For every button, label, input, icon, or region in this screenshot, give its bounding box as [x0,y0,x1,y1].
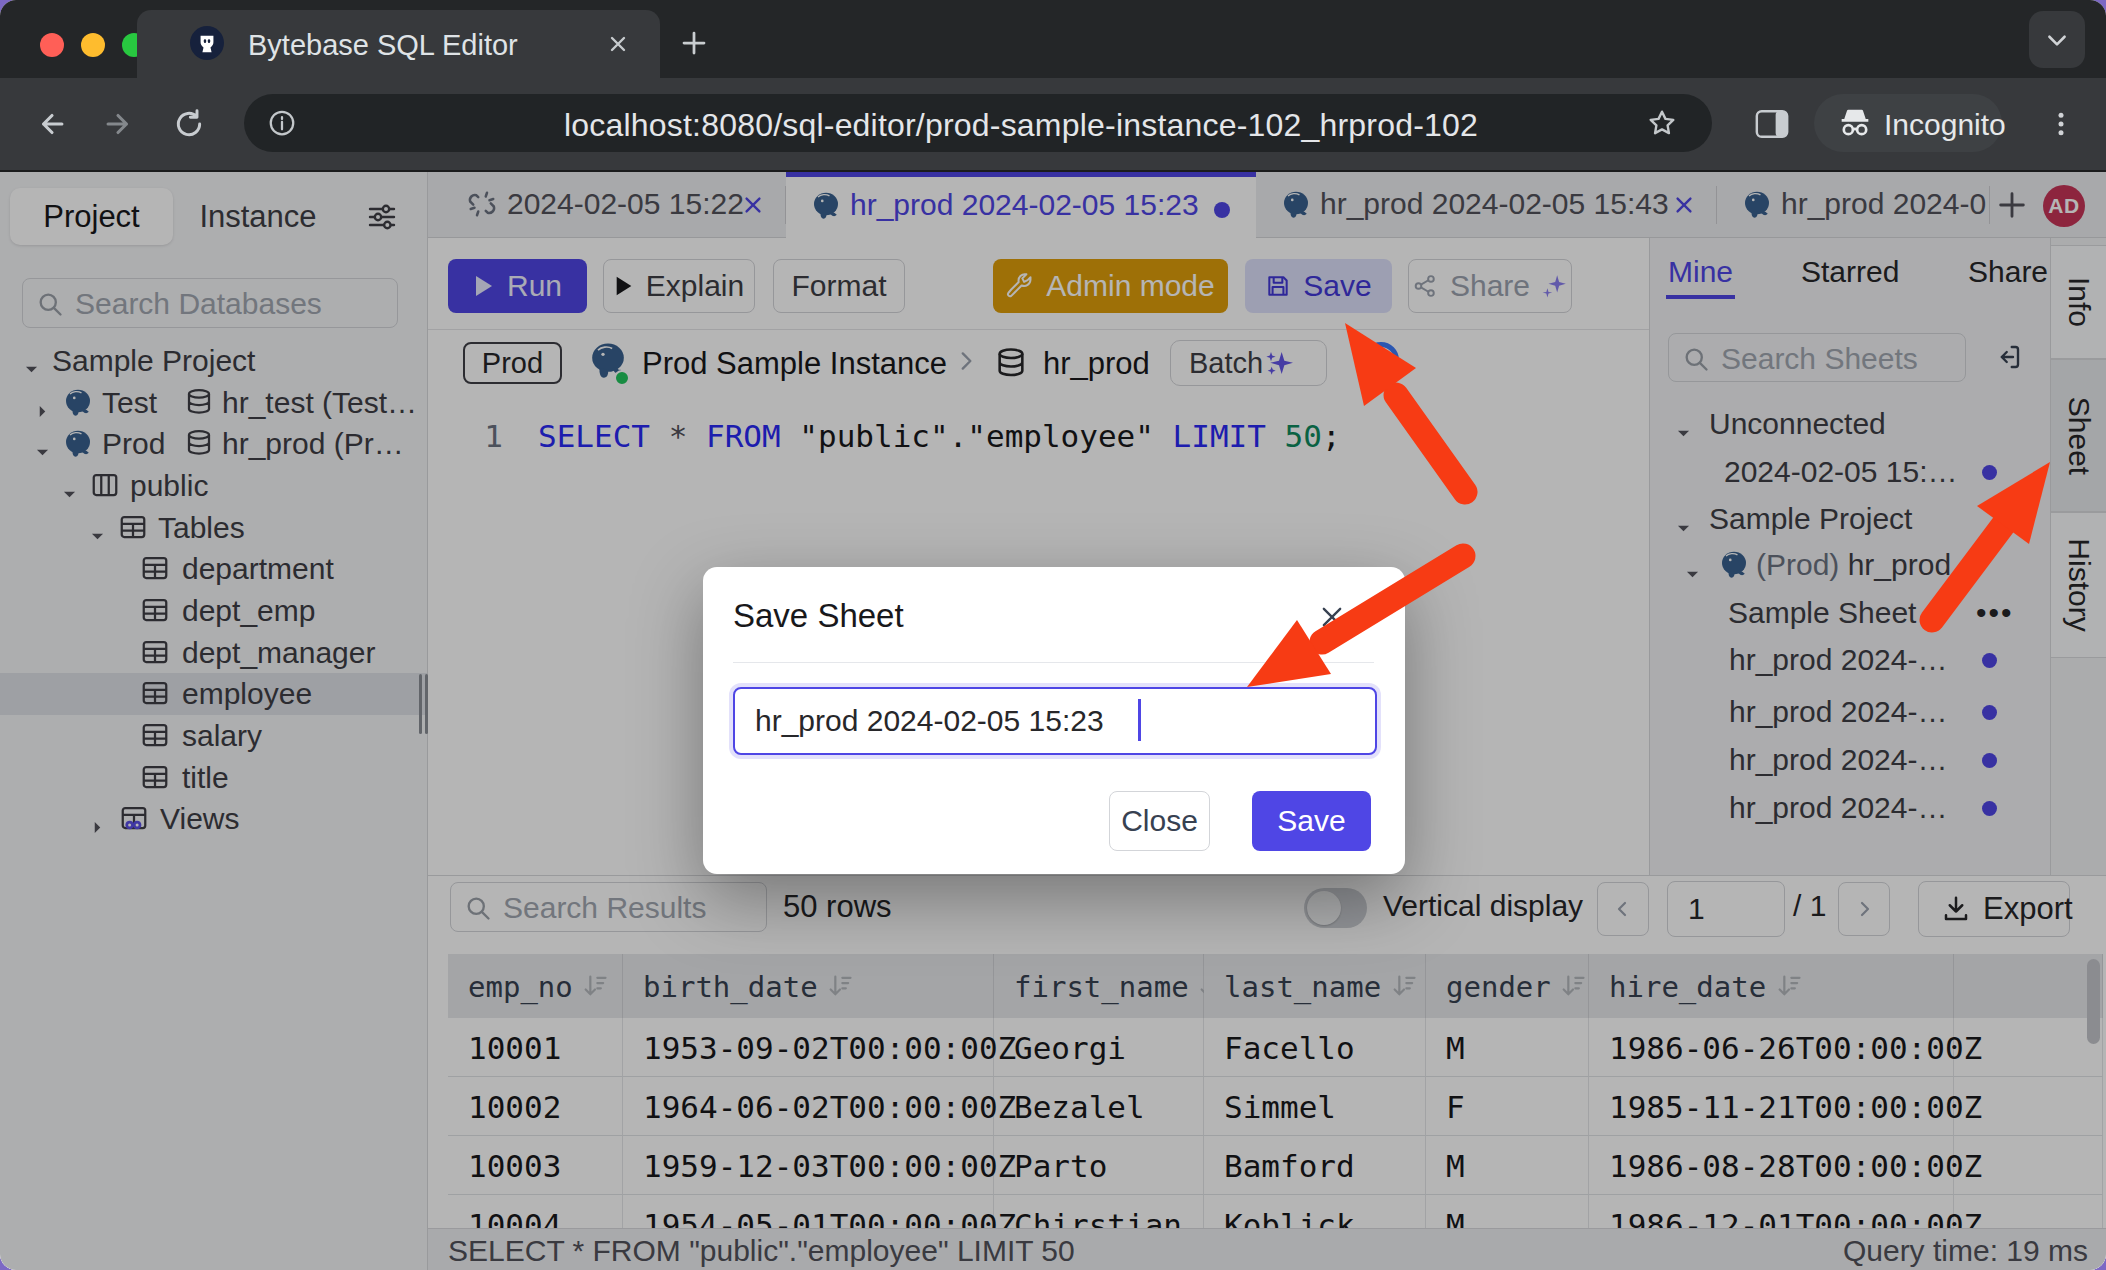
incognito-label: Incognito [1884,108,2006,142]
side-panel-icon[interactable] [1750,103,1794,145]
save-sheet-dialog: Save Sheet hr_prod 2024-02-05 15:23 Clos… [703,567,1405,874]
browser-chrome: Bytebase SQL Editor [0,0,2106,172]
new-tab-button[interactable] [672,21,716,65]
dialog-close-button[interactable]: Close [1109,791,1210,851]
sheet-name-value: hr_prod 2024-02-05 15:23 [755,704,1104,738]
reload-icon[interactable] [170,105,208,143]
url-text: localhost:8080/sql-editor/prod-sample-in… [564,107,1478,144]
back-icon[interactable] [33,105,71,143]
dialog-close-icon[interactable] [1318,603,1346,631]
macos-close-button[interactable] [40,33,64,57]
address-bar[interactable]: localhost:8080/sql-editor/prod-sample-in… [244,94,1712,152]
browser-toolbar: localhost:8080/sql-editor/prod-sample-in… [0,78,2106,170]
browser-tab-close-icon[interactable] [601,27,635,61]
browser-tab-title: Bytebase SQL Editor [248,29,518,62]
sheet-name-input[interactable]: hr_prod 2024-02-05 15:23 [733,687,1377,755]
text-caret [1138,699,1141,741]
site-info-icon[interactable] [264,105,300,141]
macos-minimize-button[interactable] [81,33,105,57]
incognito-badge[interactable]: Incognito [1814,94,2002,152]
dialog-save-button[interactable]: Save [1252,791,1371,851]
browser-tab[interactable]: Bytebase SQL Editor [137,10,660,78]
bytebase-favicon [190,26,224,60]
tab-search-chevron-button[interactable] [2029,11,2085,68]
bookmark-star-icon[interactable] [1642,103,1682,143]
browser-menu-icon[interactable] [2040,103,2082,145]
forward-icon[interactable] [99,105,137,143]
browser-window: Bytebase SQL Editor [0,0,2106,1270]
dialog-title: Save Sheet [733,597,904,635]
